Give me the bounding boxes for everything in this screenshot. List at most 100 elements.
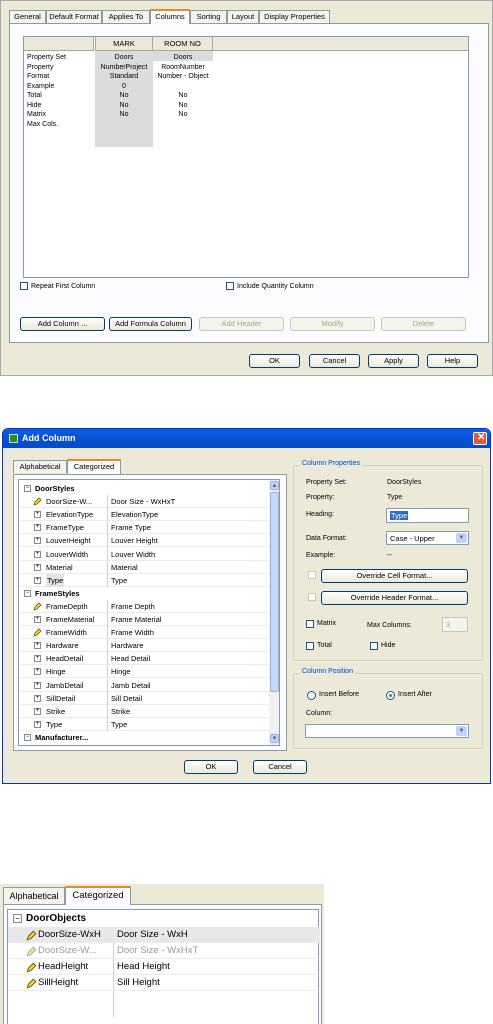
tree-item[interactable]: + Strike Strike — [19, 704, 269, 718]
tree-item[interactable]: DoorSize-W... Door Size - WxHxT — [8, 943, 320, 959]
tab-applies-to[interactable]: Applies To — [102, 10, 150, 23]
collapse-icon[interactable]: − — [24, 485, 31, 492]
help-button[interactable]: Help — [427, 354, 478, 368]
pencil-icon — [33, 602, 42, 611]
tree-item[interactable]: DoorSize-W... Door Size - WxHxT — [19, 495, 269, 509]
delete-button[interactable]: Delete — [381, 317, 466, 331]
chevron-down-icon[interactable]: ▼ — [456, 726, 467, 736]
property-tree[interactable]: − DoorStyles DoorSize-W... Door Size - WxHx… — [18, 479, 280, 746]
chevron-down-icon[interactable]: ▼ — [456, 533, 467, 543]
insert-before-radio[interactable] — [307, 691, 316, 700]
scroll-up-button[interactable]: ▲ — [270, 481, 279, 490]
hide-checkbox[interactable] — [370, 642, 378, 650]
tree-item[interactable]: + Hardware Hardware — [19, 639, 269, 653]
data-format-select[interactable]: Case - Upper ▼ — [386, 531, 469, 545]
cancel-button[interactable]: Cancel — [309, 354, 360, 368]
column-properties-title: Column Properties — [300, 460, 362, 467]
matrix-checkbox[interactable] — [306, 620, 314, 628]
tree-item[interactable]: + FrameType Frame Type — [19, 521, 269, 535]
tree-column-divider — [107, 573, 108, 587]
add-header-button[interactable]: Add Header — [199, 317, 284, 331]
tab-categorized[interactable]: Categorized — [67, 459, 121, 474]
scroll-thumb[interactable] — [270, 492, 279, 692]
tree-column-divider — [107, 704, 108, 718]
max-columns-stepper[interactable]: 3 — [442, 617, 468, 632]
columns-grid[interactable]: MARK ROOM NO Property Set Property Forma… — [23, 36, 469, 278]
repeat-first-column-checkbox[interactable] — [20, 282, 28, 290]
tree-item[interactable]: + LouverWidth Louver Width — [19, 547, 269, 561]
tree-item[interactable]: HeadHeight Head Height — [8, 959, 320, 975]
tab-strip: General Default Format Applies To Column… — [9, 9, 489, 24]
ok-button[interactable]: OK — [249, 354, 300, 368]
tree-item[interactable]: FrameDepth Frame Depth — [19, 599, 269, 613]
tab-sorting[interactable]: Sorting — [190, 10, 227, 23]
override-cell-format-button[interactable]: Override Cell Format... — [321, 569, 468, 583]
tree-item[interactable]: + ElevationType ElevationType — [19, 508, 269, 522]
tree-group[interactable]: − Manufacturer... — [19, 731, 269, 744]
tree-item[interactable]: + Type Type — [19, 573, 269, 587]
close-button[interactable]: ✕ — [473, 432, 487, 445]
column-select[interactable]: ▼ — [305, 724, 469, 738]
tree-item-value: Hinge — [111, 667, 131, 677]
modify-button[interactable]: Modify — [290, 317, 375, 331]
tab-alphabetical[interactable]: Alphabetical — [13, 460, 67, 473]
tree-item-name: Hinge — [46, 667, 66, 677]
override-cell-checkbox[interactable] — [308, 571, 316, 579]
apply-button[interactable]: Apply — [368, 354, 419, 368]
tree-item[interactable]: FrameWidth Frame Width — [19, 626, 269, 640]
tree-item[interactable]: + Hinge Hinge — [19, 665, 269, 679]
tree-column-divider — [107, 547, 108, 561]
tree-item-name: FrameWidth — [46, 628, 87, 638]
categorized-panel: Alphabetical Categorized − DoorObjects D… — [0, 884, 324, 1024]
tree-group[interactable]: − FrameStyles — [19, 587, 269, 600]
row-label: Total — [27, 92, 42, 99]
tree-item[interactable]: + Type Type — [19, 717, 269, 731]
data-format-value: Case - Upper — [390, 534, 435, 543]
collapse-icon[interactable]: − — [24, 733, 31, 741]
tree-item[interactable]: + SillDetail Sill Detail — [19, 691, 269, 705]
tab-display-properties[interactable]: Display Properties — [259, 10, 330, 23]
tree-item[interactable]: + HeadDetail Head Detail — [19, 652, 269, 666]
mark-column-values[interactable]: Doors NumberProject Standard 0 No No No — [95, 53, 153, 120]
tree-item[interactable]: + FrameMaterial Frame Material — [19, 613, 269, 626]
title-bar[interactable]: Add Column ✕ — [3, 429, 490, 448]
include-quantity-column-label: Include Quantity Column — [237, 283, 314, 290]
tab-general[interactable]: General — [9, 10, 46, 23]
ok-button[interactable]: OK — [184, 760, 238, 774]
tree-item-name: FrameDepth — [46, 601, 88, 611]
tree-item-name: JambDetail — [46, 680, 84, 690]
add-column-button[interactable]: Add Column ... — [20, 317, 105, 331]
column-header-mark[interactable]: MARK — [95, 37, 153, 51]
tab-categorized[interactable]: Categorized — [65, 886, 131, 905]
tree-item[interactable]: + Material Material — [19, 560, 269, 574]
override-header-format-button[interactable]: Override Header Format... — [321, 591, 468, 605]
cell-value: 0 — [122, 82, 126, 90]
tree-item-value: Jamb Detail — [111, 680, 151, 690]
column-header-room-no[interactable]: ROOM NO — [153, 37, 213, 51]
tree-column-divider — [107, 665, 108, 679]
tab-layout[interactable]: Layout — [227, 10, 259, 23]
add-formula-column-button[interactable]: Add Formula Column — [109, 317, 192, 331]
collapse-icon[interactable]: − — [24, 589, 31, 597]
vertical-scrollbar[interactable]: ▲ ▼ — [269, 480, 279, 745]
tree-group[interactable]: − DoorStyles — [19, 482, 269, 495]
group-expander[interactable]: − — [13, 914, 22, 923]
panel3-tree[interactable]: − DoorObjects DoorSize-WxH Door Size - Wx… — [7, 909, 320, 1024]
cell-value: Standard — [109, 73, 139, 80]
pencil-icon — [26, 962, 37, 973]
tree-item[interactable]: SillHeight Sill Height — [8, 975, 320, 991]
cancel-button[interactable]: Cancel — [253, 760, 307, 774]
tab-columns[interactable]: Columns — [150, 9, 190, 24]
tree-item[interactable]: + LouverHeight Louver Height — [19, 534, 269, 548]
total-checkbox[interactable] — [306, 642, 314, 650]
tab-default-format[interactable]: Default Format — [46, 10, 102, 23]
tab-alphabetical[interactable]: Alphabetical — [3, 887, 65, 904]
insert-after-radio[interactable] — [386, 691, 395, 700]
override-header-checkbox[interactable] — [308, 593, 316, 601]
tree-item[interactable]: DoorSize-WxH Door Size - WxH — [8, 927, 320, 943]
heading-input[interactable]: Type — [386, 508, 469, 523]
room-no-column-values[interactable]: Doors RoomNumber Number - Object No No N… — [153, 53, 213, 120]
scroll-down-button[interactable]: ▼ — [270, 734, 279, 743]
include-quantity-column-checkbox[interactable] — [226, 282, 234, 290]
tree-item[interactable]: + JambDetail Jamb Detail — [19, 678, 269, 692]
